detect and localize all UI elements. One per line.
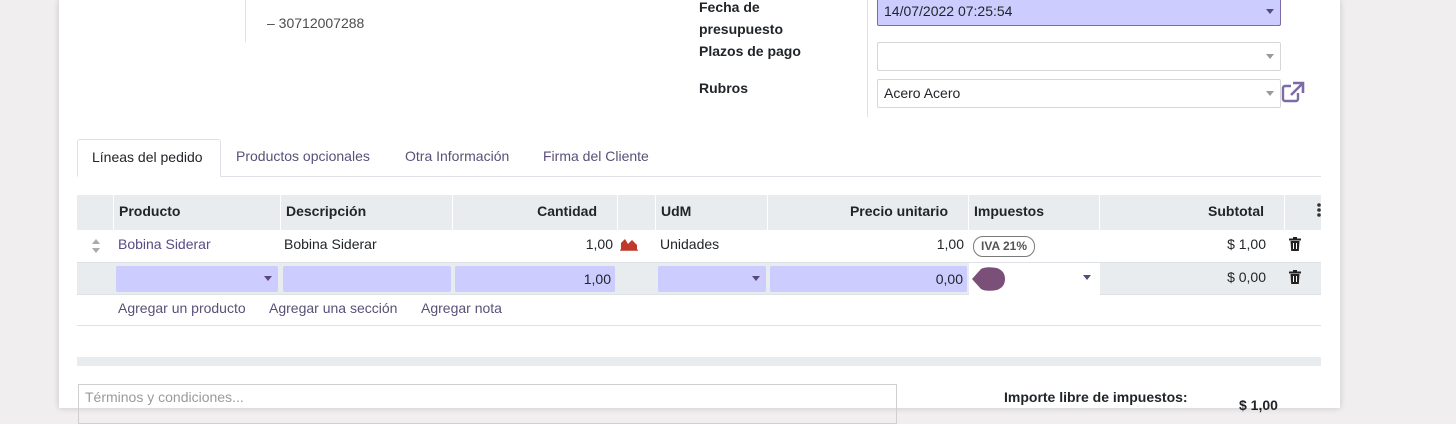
trash-icon[interactable] (1289, 237, 1301, 251)
row-description: Bobina Siderar (284, 236, 377, 252)
chevron-down-icon (1266, 91, 1274, 96)
tab-other-info[interactable]: Otra Información (391, 139, 523, 177)
handle-column-header (77, 195, 114, 230)
forecast-column-header (618, 195, 656, 230)
vertical-dots-icon[interactable] (1290, 195, 1326, 230)
external-link-icon[interactable] (1281, 81, 1305, 103)
column-quantity[interactable]: Cantidad (453, 195, 618, 230)
customer-divider (245, 0, 246, 42)
rubros-value: Acero Acero (884, 85, 961, 101)
quote-date-field[interactable]: 14/07/2022 07:25:54 (877, 0, 1281, 26)
tab-order-lines[interactable]: Líneas del pedido (77, 139, 221, 177)
column-description[interactable]: Descripción (281, 195, 453, 230)
row-unit-price: 1,00 (936, 236, 964, 252)
rubros-label: Rubros (699, 80, 748, 96)
tax-badge: IVA 21% (973, 236, 1036, 257)
payment-terms-label: Plazos de pago (699, 43, 801, 59)
column-unit-price[interactable]: Precio unitario (768, 195, 969, 230)
row-subtotal: $ 1,00 (1227, 236, 1266, 252)
add-section-link[interactable]: Agregar una sección (269, 295, 397, 321)
column-subtotal[interactable]: Subtotal (1100, 195, 1285, 230)
description-input[interactable] (283, 266, 451, 292)
table-row[interactable]: Bobina Siderar Bobina Siderar 1,00 Unida… (77, 230, 1321, 263)
quantity-input[interactable]: 1,00 (455, 266, 615, 292)
customer-vat: – 30712007288 (267, 15, 365, 31)
chevron-down-icon (1083, 275, 1091, 280)
untaxed-amount-value: $ 1,00 (1239, 397, 1278, 413)
terms-textarea[interactable]: Términos y condiciones... (78, 384, 897, 424)
tag-blob-icon (972, 267, 1005, 291)
chevron-down-icon (752, 276, 760, 281)
form-sheet: – 30712007288 Fecha de presupuesto 14/07… (59, 0, 1340, 424)
chevron-down-icon (1266, 54, 1274, 59)
column-uom[interactable]: UdM (656, 195, 768, 230)
unit-price-input[interactable]: 0,00 (770, 266, 967, 292)
column-product[interactable]: Producto (114, 195, 281, 230)
quote-date-value: 14/07/2022 07:25:54 (884, 3, 1013, 19)
tab-optional-products[interactable]: Productos opcionales (222, 139, 384, 177)
row-uom: Unidades (660, 236, 720, 252)
tab-customer-signature[interactable]: Firma del Cliente (529, 139, 663, 177)
taxes-input[interactable] (969, 263, 1100, 295)
trash-icon[interactable] (1289, 270, 1301, 284)
add-line-links: Agregar un producto Agregar una sección … (77, 295, 1321, 326)
fields-divider (867, 0, 868, 117)
product-input[interactable] (116, 266, 278, 292)
area-chart-icon[interactable] (620, 237, 638, 251)
section-separator (77, 357, 1321, 366)
rubros-field[interactable]: Acero Acero (877, 79, 1281, 108)
row-quantity: 1,00 (585, 236, 613, 252)
row-product[interactable]: Bobina Siderar (113, 230, 280, 262)
table-row-editing[interactable]: 1,00 0,00 $ 0,00 (77, 263, 1321, 295)
untaxed-amount-label: Importe libre de impuestos: (1004, 389, 1188, 405)
add-product-link[interactable]: Agregar un producto (118, 295, 246, 321)
notebook-tabs: Líneas del pedido Productos opcionales O… (77, 139, 1321, 177)
quote-date-label: Fecha de presupuesto (699, 0, 784, 37)
add-note-link[interactable]: Agregar nota (421, 295, 502, 321)
column-options[interactable] (1285, 195, 1321, 230)
drag-handle-icon[interactable] (91, 239, 101, 253)
edit-row-subtotal: $ 0,00 (1227, 269, 1266, 285)
payment-terms-field[interactable] (877, 42, 1281, 71)
column-taxes[interactable]: Impuestos (969, 195, 1100, 230)
chevron-down-icon (1266, 9, 1274, 14)
chevron-down-icon (264, 276, 272, 281)
uom-input[interactable] (658, 266, 766, 292)
order-lines-header: Producto Descripción Cantidad UdM Precio… (77, 195, 1321, 230)
